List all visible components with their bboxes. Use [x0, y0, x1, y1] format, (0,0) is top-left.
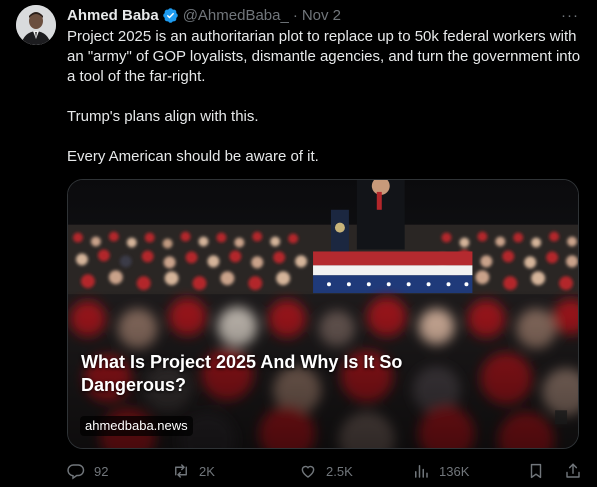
card-title[interactable]: What Is Project 2025 And Why Is It So Da…	[81, 351, 481, 397]
tweet-text: Project 2025 is an authoritarian plot to…	[67, 27, 582, 167]
views-button[interactable]: 136K	[412, 461, 469, 481]
tweet-date[interactable]: Nov 2	[302, 7, 341, 24]
like-count: 2.5K	[326, 463, 353, 479]
repost-button[interactable]: 2K	[172, 461, 215, 481]
reply-icon	[67, 464, 85, 480]
link-card[interactable]: What Is Project 2025 And Why Is It So Da…	[67, 179, 579, 449]
avatar-photo	[16, 5, 56, 45]
share-button[interactable]	[564, 461, 582, 481]
verified-badge-icon[interactable]	[162, 7, 179, 24]
separator-dot: ·	[292, 6, 298, 24]
card-shade	[68, 180, 578, 448]
like-button[interactable]: 2.5K	[299, 461, 353, 481]
heart-icon	[301, 465, 315, 478]
author-handle[interactable]: @AhmedBaba_	[183, 7, 289, 24]
bookmark-button[interactable]	[527, 461, 545, 481]
avatar[interactable]	[16, 5, 56, 45]
views-count: 136K	[439, 463, 470, 479]
analytics-icon	[415, 465, 428, 478]
reply-button[interactable]: 92	[67, 461, 108, 481]
tweet[interactable]: Ahmed Baba @AhmedBaba_ · Nov 2 ··· Proje…	[0, 0, 597, 487]
share-icon	[566, 463, 580, 478]
reply-count: 92	[94, 463, 109, 479]
repost-count: 2K	[199, 463, 215, 479]
tweet-paragraph: Every American should be aware of it.	[67, 148, 319, 165]
action-bar: 92 2K 2.5K 136K	[67, 461, 582, 481]
card-domain-label[interactable]: ahmedbaba.news	[80, 416, 193, 436]
repost-icon	[175, 464, 187, 478]
tweet-paragraph: Project 2025 is an authoritarian plot to…	[67, 28, 581, 85]
tweet-header: Ahmed Baba @AhmedBaba_ · Nov 2 ···	[67, 5, 581, 25]
tweet-paragraph: Trump's plans align with this.	[67, 108, 259, 125]
more-options-icon[interactable]: ···	[559, 7, 581, 24]
author-name[interactable]: Ahmed Baba	[67, 7, 159, 24]
bookmark-icon	[530, 463, 542, 479]
